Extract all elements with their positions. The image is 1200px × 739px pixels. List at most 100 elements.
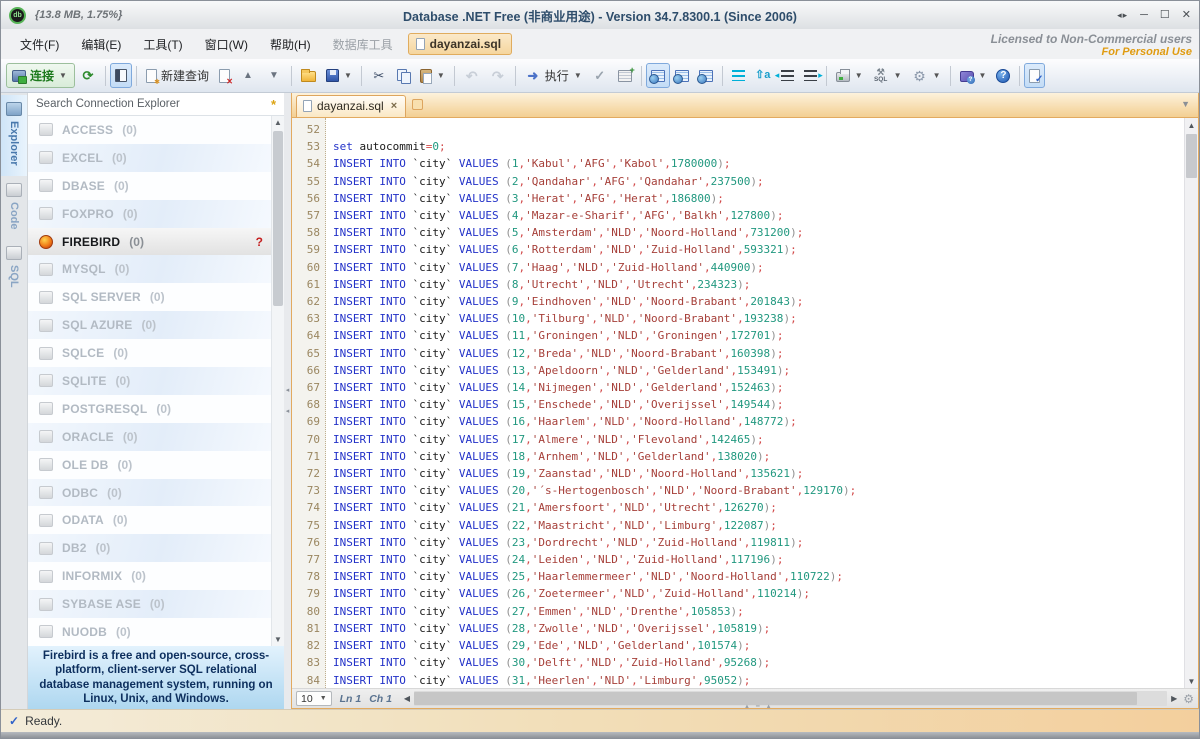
editor-vscrollbar[interactable]: ▲ ▼ bbox=[1184, 118, 1198, 688]
editor-zoom-select[interactable]: 10 ▼ bbox=[296, 691, 332, 706]
next-query-button[interactable]: ▼ bbox=[261, 63, 287, 88]
connection-item-odbc[interactable]: ODBC(0) bbox=[28, 479, 271, 507]
connection-item-oracle[interactable]: ORACLE(0) bbox=[28, 423, 271, 451]
scrollbar-gear-icon[interactable]: ⚙ bbox=[1183, 692, 1194, 706]
connection-item-sql-server[interactable]: SQL SERVER(0) bbox=[28, 283, 271, 311]
sql-tools-dropdown-icon[interactable]: ▼ bbox=[894, 71, 902, 80]
connection-item-sql-azure[interactable]: SQL AZURE(0) bbox=[28, 311, 271, 339]
print-button[interactable]: ▼ bbox=[831, 63, 868, 88]
format-sql-button[interactable] bbox=[727, 63, 750, 88]
connection-item-sqlite[interactable]: SQLITE(0) bbox=[28, 367, 271, 395]
connection-item-db2[interactable]: DB2(0) bbox=[28, 534, 271, 562]
indent-button[interactable] bbox=[799, 63, 822, 88]
execute-dropdown-icon[interactable]: ▼ bbox=[574, 71, 582, 80]
vscroll-up-icon[interactable]: ▲ bbox=[1185, 118, 1198, 132]
scroll-up-icon[interactable]: ▲ bbox=[272, 116, 284, 129]
help-book-dropdown-icon[interactable]: ▼ bbox=[979, 71, 987, 80]
toolbar-separator bbox=[1019, 66, 1020, 86]
close-query-button[interactable] bbox=[214, 63, 235, 88]
editor-tab-dayanzai[interactable]: dayanzai.sql × bbox=[296, 95, 406, 117]
code-area[interactable]: set autocommit=0;INSERT INTO `city` VALU… bbox=[326, 118, 1184, 688]
validate-button[interactable]: ✓ bbox=[587, 63, 613, 88]
maximize-button[interactable]: ☐ bbox=[1160, 10, 1170, 21]
document-tab-chip[interactable]: dayanzai.sql bbox=[408, 33, 512, 55]
sidebar-splitter[interactable]: ◂ ◂ bbox=[284, 93, 291, 709]
connection-item-informix[interactable]: INFORMIX(0) bbox=[28, 562, 271, 590]
refresh-query-button[interactable]: ⟳ bbox=[75, 63, 101, 88]
results-to-grid-button[interactable] bbox=[646, 63, 670, 88]
connect-dropdown-icon[interactable]: ▼ bbox=[59, 71, 67, 80]
connection-item-mysql[interactable]: MYSQL(0) bbox=[28, 255, 271, 283]
menu-item[interactable]: 工具(T) bbox=[132, 31, 193, 58]
results-to-text-button[interactable] bbox=[670, 63, 694, 88]
paste-button[interactable]: ▼ bbox=[415, 63, 450, 88]
sidebar-scrollbar-thumb[interactable] bbox=[273, 131, 283, 306]
connection-item-access[interactable]: ACCESS(0) bbox=[28, 116, 271, 144]
results-splitter-grip[interactable]: ▲━▲ bbox=[744, 703, 772, 710]
connection-item-ole-db[interactable]: OLE DB(0) bbox=[28, 451, 271, 479]
scroll-down-icon[interactable]: ▼ bbox=[272, 633, 284, 646]
search-connection-row[interactable]: Search Connection Explorer * bbox=[28, 93, 284, 116]
rail-tab-explorer[interactable]: Explorer bbox=[1, 95, 27, 176]
connection-item-dbase[interactable]: DBASE(0) bbox=[28, 172, 271, 200]
connection-item-firebird[interactable]: FIREBIRD(0)? bbox=[28, 228, 271, 256]
previous-query-button[interactable]: ▲ bbox=[235, 63, 261, 88]
connection-item-nuodb[interactable]: NUODB(0) bbox=[28, 618, 271, 646]
tab-list-dropdown-icon[interactable]: ▼ bbox=[1181, 99, 1190, 109]
sql-tools-button[interactable]: SQL▼ bbox=[868, 63, 907, 88]
editor-hscrollbar[interactable]: ◀ ▶ ⚙ bbox=[400, 691, 1196, 706]
editor-body[interactable]: 5253545556575859606162636465666768697071… bbox=[292, 118, 1198, 688]
new-query-button[interactable]: 新建查询 bbox=[141, 63, 214, 88]
collapse-left-icon[interactable]: ◂ bbox=[286, 387, 290, 394]
options-dropdown-icon[interactable]: ▼ bbox=[933, 71, 941, 80]
toggle-explorer-panel-button[interactable] bbox=[110, 63, 132, 88]
hscroll-left-icon[interactable]: ◀ bbox=[400, 694, 414, 703]
print-dropdown-icon[interactable]: ▼ bbox=[855, 71, 863, 80]
menu-item[interactable]: 文件(F) bbox=[9, 31, 70, 58]
connection-help-badge[interactable]: ? bbox=[256, 235, 263, 249]
paste-dropdown-icon[interactable]: ▼ bbox=[437, 71, 445, 80]
connection-item-foxpro[interactable]: FOXPRO(0) bbox=[28, 200, 271, 228]
connection-item-odata[interactable]: ODATA(0) bbox=[28, 506, 271, 534]
script-check-button[interactable] bbox=[1024, 63, 1045, 88]
rail-tab-code[interactable]: Code bbox=[1, 176, 27, 240]
title-bar[interactable]: db {13.8 MB, 1.75%} Database .NET Free (… bbox=[1, 1, 1199, 29]
hscroll-thumb[interactable] bbox=[414, 692, 1137, 705]
connect-button[interactable]: 连接▼ bbox=[6, 63, 75, 88]
search-star-icon[interactable]: * bbox=[271, 97, 276, 112]
menu-item[interactable]: 帮助(H) bbox=[259, 31, 322, 58]
save-file-button[interactable]: ▼ bbox=[321, 63, 357, 88]
change-case-button[interactable]: ⇧a bbox=[750, 63, 776, 88]
transaction-button[interactable] bbox=[613, 63, 637, 88]
collapse-left-icon2[interactable]: ◂ bbox=[286, 408, 290, 415]
minimize-button[interactable]: ─ bbox=[1140, 10, 1148, 21]
cut-button[interactable]: ✂ bbox=[366, 63, 392, 88]
redo-button[interactable]: ↷ bbox=[485, 63, 511, 88]
tab-close-icon[interactable]: × bbox=[391, 100, 397, 112]
hscroll-right-icon[interactable]: ▶ bbox=[1167, 694, 1181, 703]
execute-button[interactable]: ➜执行▼ bbox=[520, 63, 587, 88]
options-button[interactable]: ⚙▼ bbox=[907, 63, 946, 88]
menu-item[interactable]: 窗口(W) bbox=[194, 31, 259, 58]
copy-button[interactable] bbox=[392, 63, 415, 88]
close-button[interactable]: ✕ bbox=[1182, 10, 1191, 21]
help-button[interactable]: ? bbox=[991, 63, 1015, 88]
menu-item[interactable]: 编辑(E) bbox=[70, 31, 132, 58]
sidebar-scrollbar[interactable]: ▲ ▼ bbox=[271, 116, 284, 646]
outdent-button[interactable] bbox=[776, 63, 799, 88]
vscroll-thumb[interactable] bbox=[1186, 134, 1197, 178]
undo-button[interactable]: ↶ bbox=[459, 63, 485, 88]
connection-item-excel[interactable]: EXCEL(0) bbox=[28, 144, 271, 172]
new-tab-button[interactable] bbox=[412, 99, 423, 110]
connection-item-postgresql[interactable]: POSTGRESQL(0) bbox=[28, 395, 271, 423]
open-file-button[interactable] bbox=[296, 63, 321, 88]
save-file-dropdown-icon[interactable]: ▼ bbox=[344, 71, 352, 80]
help-book-button[interactable]: ▼ bbox=[955, 63, 992, 88]
nav-arrows-button[interactable]: ◂▸ bbox=[1117, 11, 1128, 20]
vscroll-down-icon[interactable]: ▼ bbox=[1185, 674, 1198, 688]
connection-item-sqlce[interactable]: SQLCE(0) bbox=[28, 339, 271, 367]
rail-tab-sql[interactable]: SQL bbox=[1, 239, 27, 298]
results-to-file-button[interactable] bbox=[694, 63, 718, 88]
connection-item-sybase-ase[interactable]: SYBASE ASE(0) bbox=[28, 590, 271, 618]
search-input[interactable]: Search Connection Explorer bbox=[36, 98, 271, 110]
